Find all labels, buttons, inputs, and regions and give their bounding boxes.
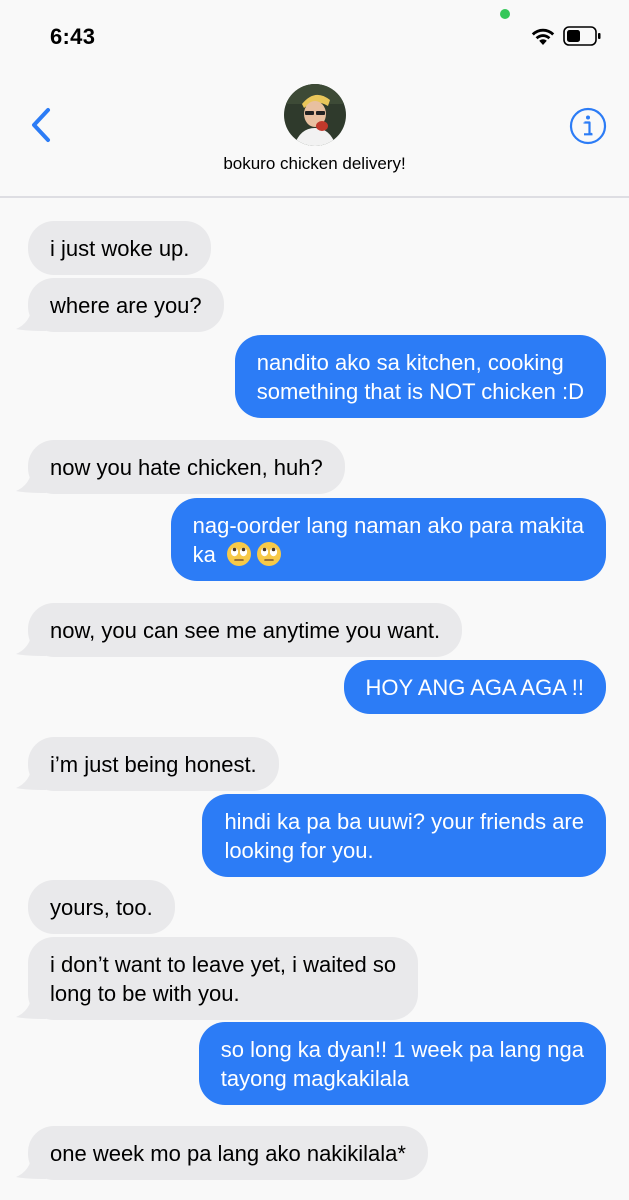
rolling-eyes-emoji-icon — [227, 542, 252, 566]
battery-icon — [563, 26, 601, 46]
message-text-line: looking for you. — [224, 838, 374, 863]
message-thread[interactable]: i just woke up. where are you? nandito a… — [0, 200, 629, 1200]
message-text-line: nag-oorder lang naman ako para makita — [192, 513, 584, 538]
bubble-tail — [16, 632, 46, 656]
message-incoming[interactable]: i’m just being honest. — [28, 737, 279, 791]
message-incoming[interactable]: yours, too. — [28, 880, 175, 934]
bubble-tail — [16, 307, 46, 331]
message-text-line: i don’t want to leave yet, i waited so — [50, 952, 397, 977]
message-text-line: ka — [192, 542, 216, 567]
message-text: where are you? — [50, 293, 202, 318]
message-text-line: hindi ka pa ba uuwi? your friends are — [224, 809, 584, 834]
message-outgoing[interactable]: so long ka dyan!! 1 week pa lang nga tay… — [198, 1022, 606, 1105]
wifi-icon — [531, 28, 555, 45]
status-bar: 6:43 — [0, 0, 629, 70]
message-text: HOY ANG AGA AGA !! — [365, 675, 584, 700]
privacy-indicator-dot — [500, 9, 510, 19]
conversation-header: bokuro chicken delivery! — [0, 70, 629, 198]
message-incoming[interactable]: where are you? — [28, 278, 224, 332]
message-incoming[interactable]: i don’t want to leave yet, i waited so l… — [28, 937, 419, 1020]
message-text: i’m just being honest. — [50, 752, 257, 777]
contact-avatar[interactable] — [284, 84, 346, 146]
message-text: yours, too. — [50, 895, 153, 920]
message-text: i just woke up. — [50, 236, 190, 261]
message-text-line: something that is NOT chicken :D — [256, 379, 584, 404]
rolling-eyes-emoji-icon — [257, 542, 282, 566]
message-text-line: so long ka dyan!! 1 week pa lang nga — [220, 1037, 584, 1062]
message-incoming[interactable]: i just woke up. — [28, 221, 212, 275]
message-text: now you hate chicken, huh? — [50, 455, 323, 480]
message-incoming[interactable]: now, you can see me anytime you want. — [28, 603, 463, 657]
message-incoming[interactable]: now you hate chicken, huh? — [28, 440, 345, 494]
status-time: 6:43 — [50, 24, 96, 49]
bubble-tail — [16, 995, 46, 1019]
message-text: now, you can see me anytime you want. — [50, 618, 441, 643]
message-text-line: tayong magkakilala — [220, 1066, 410, 1091]
message-outgoing[interactable]: nag-oorder lang naman ako para makita ka — [170, 498, 606, 581]
bubble-tail — [16, 1155, 46, 1179]
message-text-line: nandito ako sa kitchen, cooking — [256, 350, 564, 375]
message-outgoing[interactable]: nandito ako sa kitchen, cooking somethin… — [234, 335, 606, 418]
contact-name[interactable]: bokuro chicken delivery! — [0, 154, 629, 174]
message-text-line: long to be with you. — [50, 981, 240, 1006]
message-incoming[interactable]: one week mo pa lang ako nakikilala* — [28, 1126, 428, 1180]
back-chevron-icon[interactable] — [22, 100, 62, 150]
message-outgoing[interactable]: HOY ANG AGA AGA !! — [343, 660, 606, 714]
bubble-tail — [16, 766, 46, 790]
message-outgoing[interactable]: hindi ka pa ba uuwi? your friends are lo… — [202, 794, 606, 877]
info-icon[interactable] — [568, 106, 608, 146]
bubble-tail — [16, 469, 46, 493]
message-text: one week mo pa lang ako nakikilala* — [50, 1141, 406, 1166]
